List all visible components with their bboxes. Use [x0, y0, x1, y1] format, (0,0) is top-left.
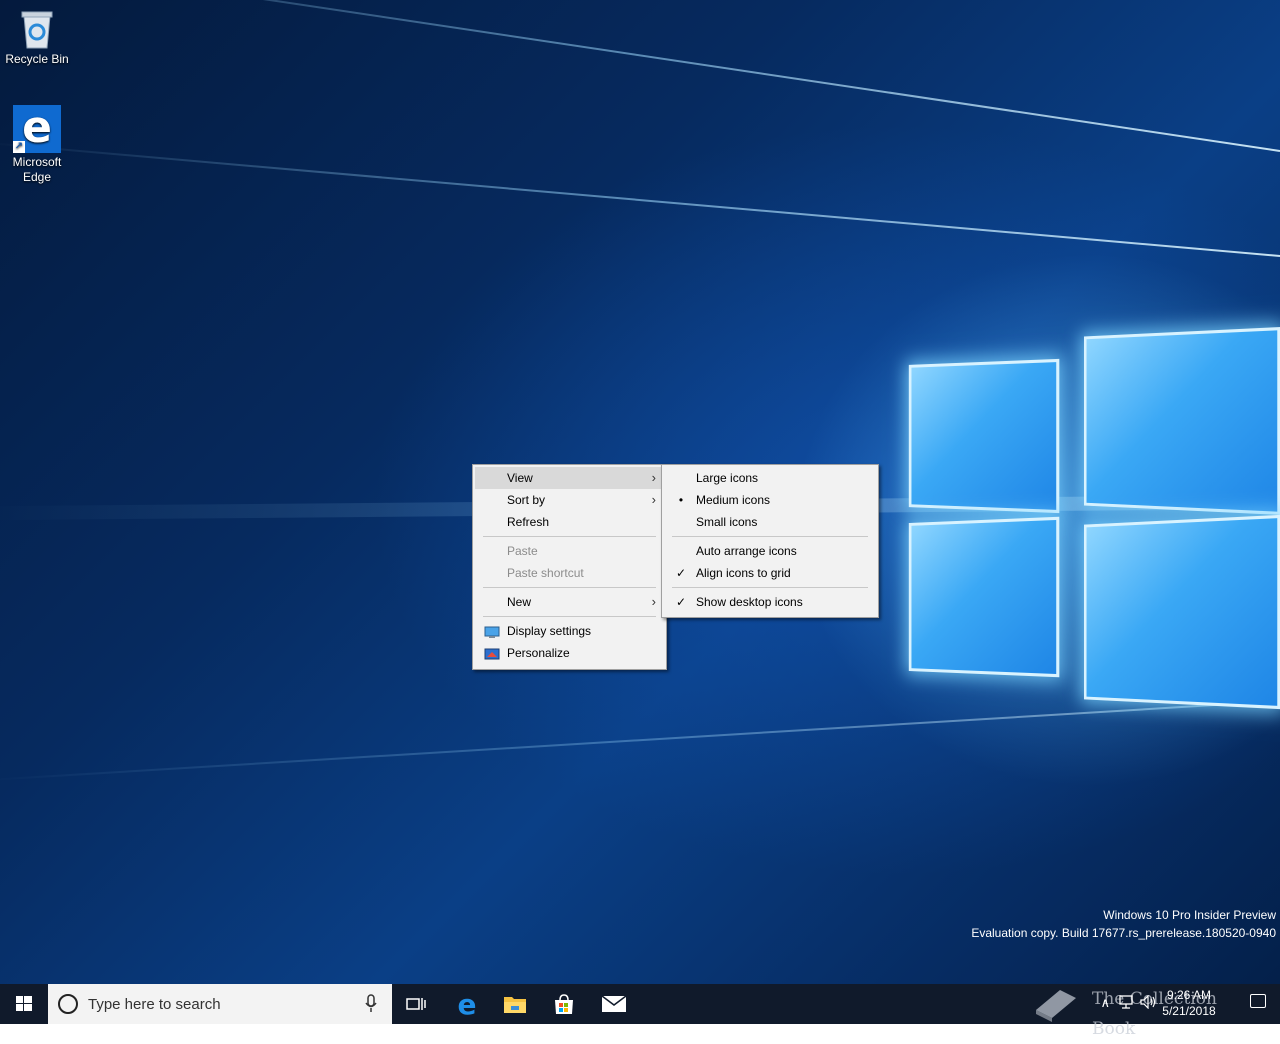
menu-item-label: New [507, 595, 531, 609]
evaluation-watermark: Windows 10 Pro Insider Preview Evaluatio… [971, 906, 1276, 942]
watermark-line1: Windows 10 Pro Insider Preview [971, 906, 1276, 924]
menu-item-refresh[interactable]: Refresh [475, 511, 664, 533]
menu-item-sort-by[interactable]: Sort by › [475, 489, 664, 511]
start-button[interactable] [0, 984, 48, 1024]
menu-item-display-settings[interactable]: Display settings [475, 620, 664, 642]
taskbar-edge-button[interactable]: e [443, 984, 491, 1024]
show-hidden-icons-chevron-icon[interactable]: ∧ [1100, 995, 1110, 1011]
menu-item-label: Large icons [696, 471, 758, 485]
desktop-icon-label-line2: Edge [0, 170, 74, 185]
search-placeholder: Type here to search [88, 996, 221, 1013]
menu-item-small-icons[interactable]: Small icons [664, 511, 876, 533]
chevron-right-icon: › [652, 467, 656, 489]
action-center-icon[interactable] [1250, 994, 1266, 1008]
network-icon[interactable] [1118, 995, 1134, 1009]
checkmark-icon: ✓ [674, 562, 688, 584]
menu-item-medium-icons[interactable]: • Medium icons [664, 489, 876, 511]
menu-item-label: View [507, 471, 533, 485]
personalize-icon [484, 646, 500, 659]
menu-item-personalize[interactable]: Personalize [475, 642, 664, 664]
menu-item-label: Refresh [507, 515, 549, 529]
mail-icon [601, 995, 627, 1013]
display-settings-icon [484, 624, 500, 637]
light-beam [0, 142, 1280, 257]
watermark-line2: Evaluation copy. Build 17677.rs_prerelea… [971, 924, 1276, 942]
menu-separator [672, 587, 868, 588]
file-explorer-icon [503, 994, 527, 1014]
microphone-icon[interactable] [364, 994, 378, 1014]
logo-pane-bottom-left [909, 517, 1060, 678]
menu-item-paste[interactable]: Paste [475, 540, 664, 562]
task-view-icon [406, 996, 426, 1012]
store-icon [553, 993, 575, 1015]
menu-item-paste-shortcut[interactable]: Paste shortcut [475, 562, 664, 584]
menu-item-large-icons[interactable]: Large icons [664, 467, 876, 489]
logo-pane-top-left [909, 359, 1060, 513]
light-beam [0, 0, 1280, 152]
system-tray: ∧ 9:26 AM 5/21/2018 [1080, 984, 1280, 1024]
desktop-context-menu: View › Sort by › Refresh Paste Paste sho… [472, 464, 667, 670]
taskbar: Type here to search e The Collection Boo… [0, 984, 1280, 1024]
edge-icon: e ↗ [13, 105, 61, 153]
task-view-button[interactable] [392, 984, 440, 1024]
menu-item-align-icons-to-grid[interactable]: ✓ Align icons to grid [664, 562, 876, 584]
windows-logo-icon [0, 984, 48, 1024]
recycle-bin-icon [19, 8, 55, 50]
clock-time: 9:26 AM [1154, 987, 1224, 1003]
checkmark-icon: ✓ [674, 591, 688, 613]
taskbar-file-explorer-button[interactable] [491, 984, 539, 1024]
menu-item-view[interactable]: View › [475, 467, 664, 489]
menu-item-auto-arrange-icons[interactable]: Auto arrange icons [664, 540, 876, 562]
clock[interactable]: 9:26 AM 5/21/2018 [1154, 987, 1224, 1019]
menu-item-label: Small icons [696, 515, 757, 529]
menu-item-label: Personalize [507, 646, 570, 660]
chevron-right-icon: › [652, 591, 656, 613]
desktop-icon-label-line1: Microsoft [0, 155, 74, 170]
menu-separator [483, 616, 656, 617]
menu-item-label: Display settings [507, 624, 591, 638]
menu-separator [672, 536, 868, 537]
edge-icon: e [458, 988, 477, 1021]
search-input[interactable]: Type here to search [48, 984, 392, 1024]
menu-item-show-desktop-icons[interactable]: ✓ Show desktop icons [664, 591, 876, 613]
cortana-icon [58, 994, 78, 1014]
logo-pane-top-right [1084, 327, 1280, 515]
radio-bullet-icon: • [674, 489, 688, 511]
desktop-icon-recycle-bin[interactable]: Recycle Bin [0, 8, 74, 67]
desktop-background[interactable]: Recycle Bin e ↗ Microsoft Edge View › Sor… [0, 0, 1280, 984]
menu-item-label: Auto arrange icons [696, 544, 797, 558]
menu-item-label: Paste [507, 544, 538, 558]
logo-pane-bottom-right [1084, 515, 1280, 709]
chevron-right-icon: › [652, 489, 656, 511]
menu-item-label: Align icons to grid [696, 566, 791, 580]
menu-item-label: Medium icons [696, 493, 770, 507]
menu-separator [483, 587, 656, 588]
menu-separator [483, 536, 656, 537]
taskbar-mail-button[interactable] [590, 984, 638, 1024]
desktop-icon-label: Recycle Bin [0, 52, 74, 67]
shortcut-arrow-icon: ↗ [13, 141, 25, 153]
menu-item-label: Sort by [507, 493, 545, 507]
clock-date: 5/21/2018 [1154, 1003, 1224, 1019]
menu-item-label: Show desktop icons [696, 595, 803, 609]
view-submenu: Large icons • Medium icons Small icons A… [661, 464, 879, 618]
menu-item-new[interactable]: New › [475, 591, 664, 613]
menu-item-label: Paste shortcut [507, 566, 584, 580]
light-beam [0, 700, 1280, 781]
book-logo-icon [1030, 984, 1082, 1024]
taskbar-store-button[interactable] [540, 984, 588, 1024]
desktop-icon-microsoft-edge[interactable]: e ↗ Microsoft Edge [0, 105, 74, 185]
